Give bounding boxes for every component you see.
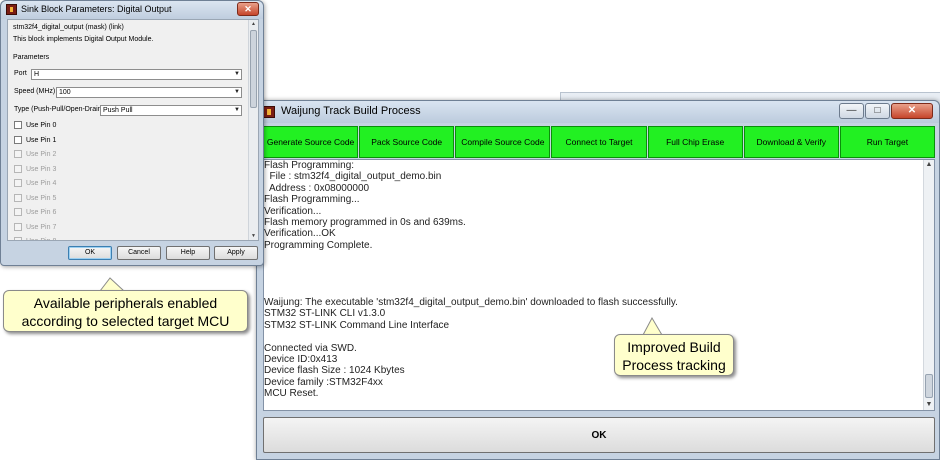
right-callout-tail (642, 316, 663, 336)
peripherals-callout: Available peripherals enabled according … (3, 290, 248, 332)
build-tracking-callout: Improved Build Process tracking (614, 334, 734, 376)
callout-tails (98, 277, 663, 336)
